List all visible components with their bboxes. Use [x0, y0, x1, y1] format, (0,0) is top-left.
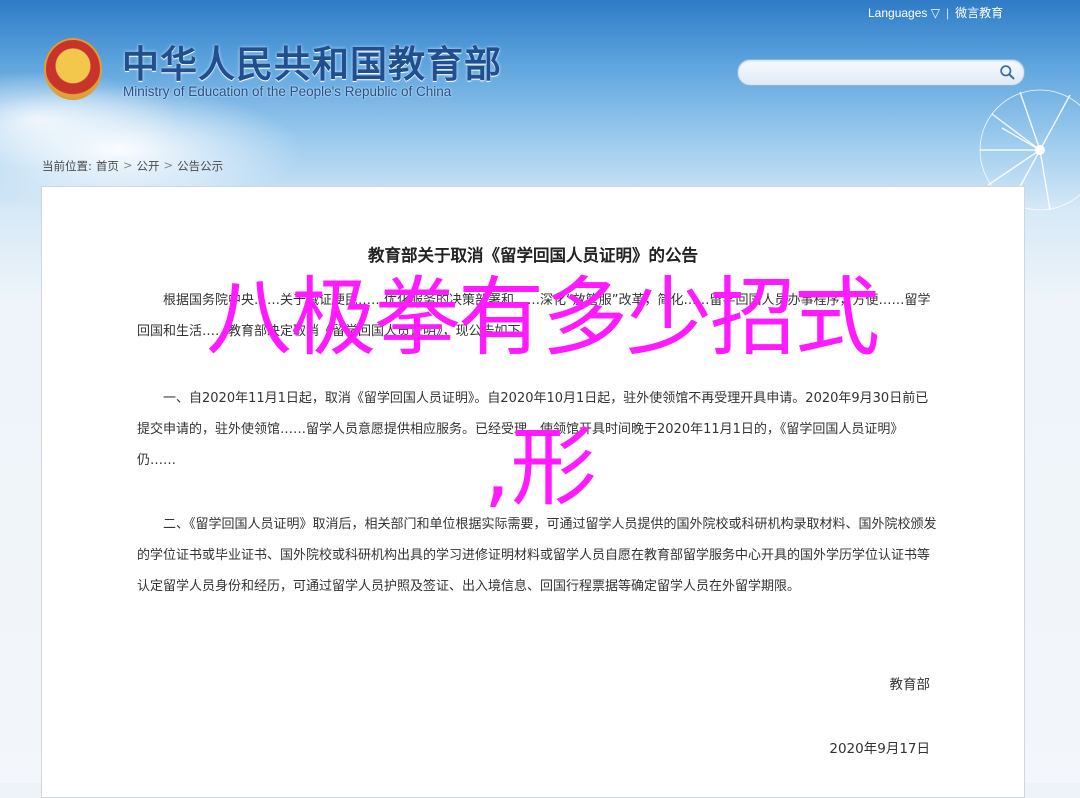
site-subtitle: Ministry of Education of the People's Re… — [123, 84, 452, 99]
breadcrumb: 当前位置: 首页 > 公开 > 公告公示 — [42, 158, 223, 174]
site-header: 中华人民共和国教育部 Ministry of Education of the … — [0, 0, 1080, 150]
search-icon[interactable] — [999, 64, 1016, 81]
search-input[interactable] — [737, 59, 1025, 86]
article-title: 教育部关于取消《留学回国人员证明》的公告 — [368, 246, 698, 265]
overlay-headline: 八极拳有多少招式 — [206, 268, 880, 368]
article-paragraph-3: 二、《留学回国人员证明》取消后，相关部门和单位根据实际需要，可通过留学人员提供的… — [137, 509, 937, 602]
breadcrumb-arrow-icon: > — [122, 158, 133, 172]
breadcrumb-prefix: 当前位置: — [42, 159, 92, 173]
national-emblem-logo[interactable] — [44, 38, 102, 100]
top-links-separator: | — [945, 5, 950, 20]
breadcrumb-item-public[interactable]: 公开 — [137, 158, 160, 174]
top-links: Languages ▽ | 微言教育 — [868, 4, 1003, 21]
breadcrumb-item-home[interactable]: 首页 — [96, 158, 119, 174]
article-date: 2020年9月17日 — [829, 741, 930, 757]
overlay-subline: ,形 — [483, 418, 597, 518]
article-paragraph-text: 二、《留学回国人员证明》取消后，相关部门和单位根据实际需要，可通过留学人员提供的… — [137, 517, 937, 594]
languages-link[interactable]: Languages ▽ — [868, 6, 940, 20]
article-signature: 教育部 — [889, 677, 931, 693]
breadcrumb-arrow-icon: > — [163, 158, 174, 172]
site-title[interactable]: 中华人民共和国教育部 — [122, 34, 502, 88]
weibo-link[interactable]: 微言教育 — [955, 4, 1003, 21]
breadcrumb-item-notices[interactable]: 公告公示 — [177, 158, 223, 174]
